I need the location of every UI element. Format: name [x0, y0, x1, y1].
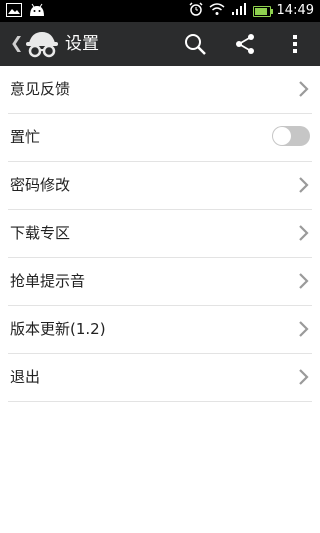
android-icon: [28, 3, 46, 21]
action-bar: ❮ 设置: [0, 22, 320, 66]
settings-list: 意见反馈 置忙 密码修改 下载专区 抢单提示音 版本更新(1.2) 退出: [0, 66, 320, 402]
signal-icon: [231, 2, 247, 20]
chevron-right-icon: [298, 320, 310, 338]
overflow-menu-icon[interactable]: [283, 32, 307, 56]
status-bar: 14:49: [0, 0, 320, 22]
chevron-right-icon: [298, 80, 310, 98]
busy-toggle[interactable]: [272, 126, 310, 146]
settings-item-label: 意见反馈: [10, 80, 71, 98]
search-icon[interactable]: [183, 32, 207, 56]
settings-item-downloads[interactable]: 下载专区: [8, 210, 312, 258]
wifi-icon: [209, 2, 225, 20]
settings-item-label: 密码修改: [10, 176, 71, 194]
chevron-right-icon: [298, 368, 310, 386]
settings-item-label: 退出: [10, 368, 41, 386]
settings-item-label: 置忙: [10, 128, 41, 146]
settings-item-logout[interactable]: 退出: [8, 354, 312, 402]
toggle-knob: [273, 127, 291, 145]
image-icon: [6, 3, 22, 21]
settings-item-label: 抢单提示音: [10, 272, 86, 290]
settings-item-busy: 置忙: [8, 114, 312, 162]
settings-item-change-password[interactable]: 密码修改: [8, 162, 312, 210]
page-title: 设置: [65, 34, 99, 54]
status-time: 14:49: [276, 3, 314, 18]
settings-item-order-sound[interactable]: 抢单提示音: [8, 258, 312, 306]
battery-icon: [252, 5, 273, 17]
settings-item-label: 版本更新(1.2): [10, 320, 106, 338]
settings-item-feedback[interactable]: 意见反馈: [8, 66, 312, 114]
app-logo-icon[interactable]: [24, 29, 60, 59]
alarm-icon: [189, 2, 203, 20]
chevron-right-icon: [298, 176, 310, 194]
settings-item-label: 下载专区: [10, 224, 71, 242]
settings-item-version-update[interactable]: 版本更新(1.2): [8, 306, 312, 354]
chevron-right-icon: [298, 224, 310, 242]
share-icon[interactable]: [233, 32, 257, 56]
chevron-right-icon: [298, 272, 310, 290]
back-chevron-icon[interactable]: ❮: [10, 34, 23, 52]
